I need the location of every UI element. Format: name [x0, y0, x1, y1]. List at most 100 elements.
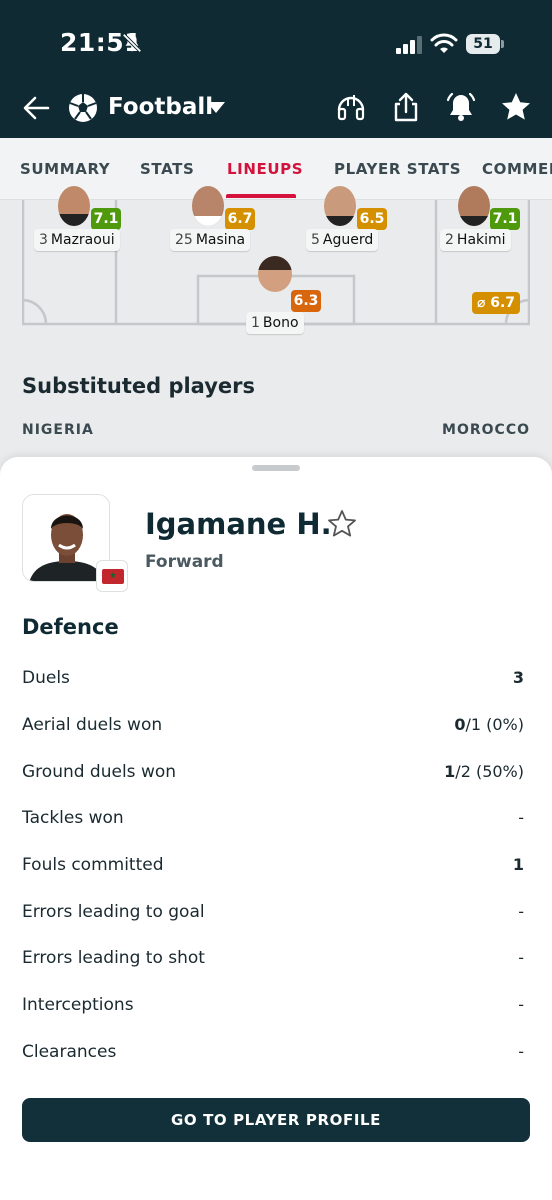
substituted-players-title: Substituted players — [22, 374, 255, 398]
stat-label: Aerial duels won — [22, 715, 163, 735]
lineup-player-aguerd[interactable]: 6.5 5 Aguerd — [306, 186, 390, 254]
stat-label: Errors leading to shot — [22, 948, 205, 968]
player-photo — [258, 256, 292, 292]
caret-down-icon[interactable] — [207, 102, 225, 114]
stat-value-extra: - — [518, 808, 524, 827]
status-bar: 21:51 51 — [0, 0, 552, 80]
stat-value: - — [518, 902, 524, 921]
player-number: 1 — [251, 315, 260, 331]
stat-label: Fouls committed — [22, 855, 164, 875]
stat-row-duels: Duels 3 — [22, 664, 530, 694]
app-header: Football — [0, 82, 552, 138]
team-left-label: NIGERIA — [22, 422, 94, 438]
stat-label: Duels — [22, 668, 70, 688]
stat-label: Errors leading to goal — [22, 902, 205, 922]
defence-section-title: Defence — [22, 615, 119, 639]
player-rating: 7.1 — [490, 208, 520, 230]
lineup-player-masina[interactable]: 6.7 25 Masina — [170, 186, 255, 254]
player-name: Bono — [262, 315, 299, 331]
star-outline-icon[interactable] — [327, 509, 357, 539]
sheet-drag-handle[interactable] — [252, 465, 300, 471]
player-name: Hakimi — [456, 232, 506, 248]
stat-value: 1 — [513, 855, 524, 874]
stat-row-interceptions: Interceptions - — [22, 991, 530, 1021]
player-photo — [324, 186, 356, 226]
stat-label: Clearances — [22, 1042, 117, 1062]
battery-nub — [501, 40, 504, 48]
stat-label: Ground duels won — [22, 762, 177, 782]
stat-value-extra: - — [518, 995, 524, 1014]
player-number: 2 — [445, 232, 454, 248]
stat-value-extra: - — [518, 1042, 524, 1061]
stat-value-extra: - — [518, 902, 524, 921]
stat-value: - — [518, 995, 524, 1014]
stat-label: Interceptions — [22, 995, 134, 1015]
share-icon[interactable] — [389, 90, 423, 124]
go-to-player-profile-button[interactable]: GO TO PLAYER PROFILE — [22, 1098, 530, 1142]
stat-value: - — [518, 1042, 524, 1061]
player-rating: 7.1 — [91, 208, 121, 230]
stat-row-tackles: Tackles won - — [22, 804, 530, 834]
stat-value-main: 0 — [454, 715, 466, 734]
player-stats-sheet: Igamane H. Forward Defence Duels 3 Aeria… — [0, 457, 552, 1200]
stat-row-ground-duels: Ground duels won 1/2 (50%) — [22, 758, 530, 788]
player-rating: 6.3 — [291, 290, 321, 312]
stat-value: 3 — [513, 668, 524, 687]
stat-value: 1/2 (50%) — [444, 762, 524, 781]
stat-value-main: 1 — [512, 855, 524, 874]
player-photo — [458, 186, 490, 226]
sport-selector[interactable]: Football — [108, 94, 213, 120]
player-name-heading: Igamane H. — [145, 507, 332, 541]
stat-value: - — [518, 948, 524, 967]
player-name: Aguerd — [322, 232, 374, 248]
tab-player-stats[interactable]: PLAYER STATS — [334, 160, 461, 178]
stat-value-extra: /2 (50%) — [455, 762, 524, 781]
stat-row-aerial-duels: Aerial duels won 0/1 (0%) — [22, 711, 530, 741]
team-right-label: MOROCCO — [442, 422, 530, 438]
football-icon — [69, 94, 97, 122]
stat-value: - — [518, 808, 524, 827]
battery-icon: 51 — [466, 34, 504, 54]
tab-comments[interactable]: COMMEN — [482, 160, 552, 178]
player-photo — [58, 186, 90, 226]
flag-morocco — [102, 569, 124, 584]
tab-stats[interactable]: STATS — [140, 160, 194, 178]
player-number: 3 — [39, 232, 48, 248]
battery-level: 51 — [466, 34, 500, 54]
player-position: Forward — [145, 552, 224, 572]
player-rating: 6.7 — [225, 208, 255, 230]
player-name: Masina — [195, 232, 246, 248]
player-number: 25 — [175, 232, 193, 248]
stat-label: Tackles won — [22, 808, 124, 828]
favorite-star-icon[interactable] — [499, 90, 533, 124]
stat-row-errors-goal: Errors leading to goal - — [22, 898, 530, 928]
tab-lineups[interactable]: LINEUPS — [227, 160, 303, 178]
stat-row-fouls: Fouls committed 1 — [22, 851, 530, 881]
tab-summary[interactable]: SUMMARY — [20, 160, 110, 178]
stat-value-extra: /1 (0%) — [465, 715, 524, 734]
top-bar: 21:51 51 Football — [0, 0, 552, 138]
player-name-tag: 1 Bono — [246, 312, 304, 334]
player-name-tag: 2 Hakimi — [440, 229, 511, 251]
player-name-tag: 5 Aguerd — [306, 229, 379, 251]
stat-value-main: 3 — [512, 668, 524, 687]
wifi-icon — [430, 33, 458, 53]
stat-row-clearances: Clearances - — [22, 1038, 530, 1068]
notification-bell-icon[interactable] — [444, 90, 478, 124]
flag-star — [109, 571, 117, 579]
stat-value-main: 1 — [444, 762, 456, 781]
player-name-tag: 25 Masina — [170, 229, 251, 251]
stat-value-extra: - — [518, 948, 524, 967]
player-number: 5 — [311, 232, 320, 248]
lineup-player-bono[interactable]: 6.3 1 Bono — [246, 256, 330, 334]
player-name-tag: 3 Mazraoui — [34, 229, 120, 251]
signal-icon — [396, 36, 422, 54]
stat-value: 0/1 (0%) — [454, 715, 524, 734]
player-rating: 6.5 — [357, 208, 387, 230]
lineup-player-mazraoui[interactable]: 7.1 3 Mazraoui — [34, 186, 121, 254]
lineup-player-hakimi[interactable]: 7.1 2 Hakimi — [440, 186, 524, 254]
average-rating-badge: ⌀ 6.7 — [472, 292, 520, 314]
morocco-flag-icon — [96, 560, 128, 592]
back-arrow-icon[interactable] — [20, 92, 52, 124]
live-stream-icon[interactable] — [334, 90, 368, 124]
